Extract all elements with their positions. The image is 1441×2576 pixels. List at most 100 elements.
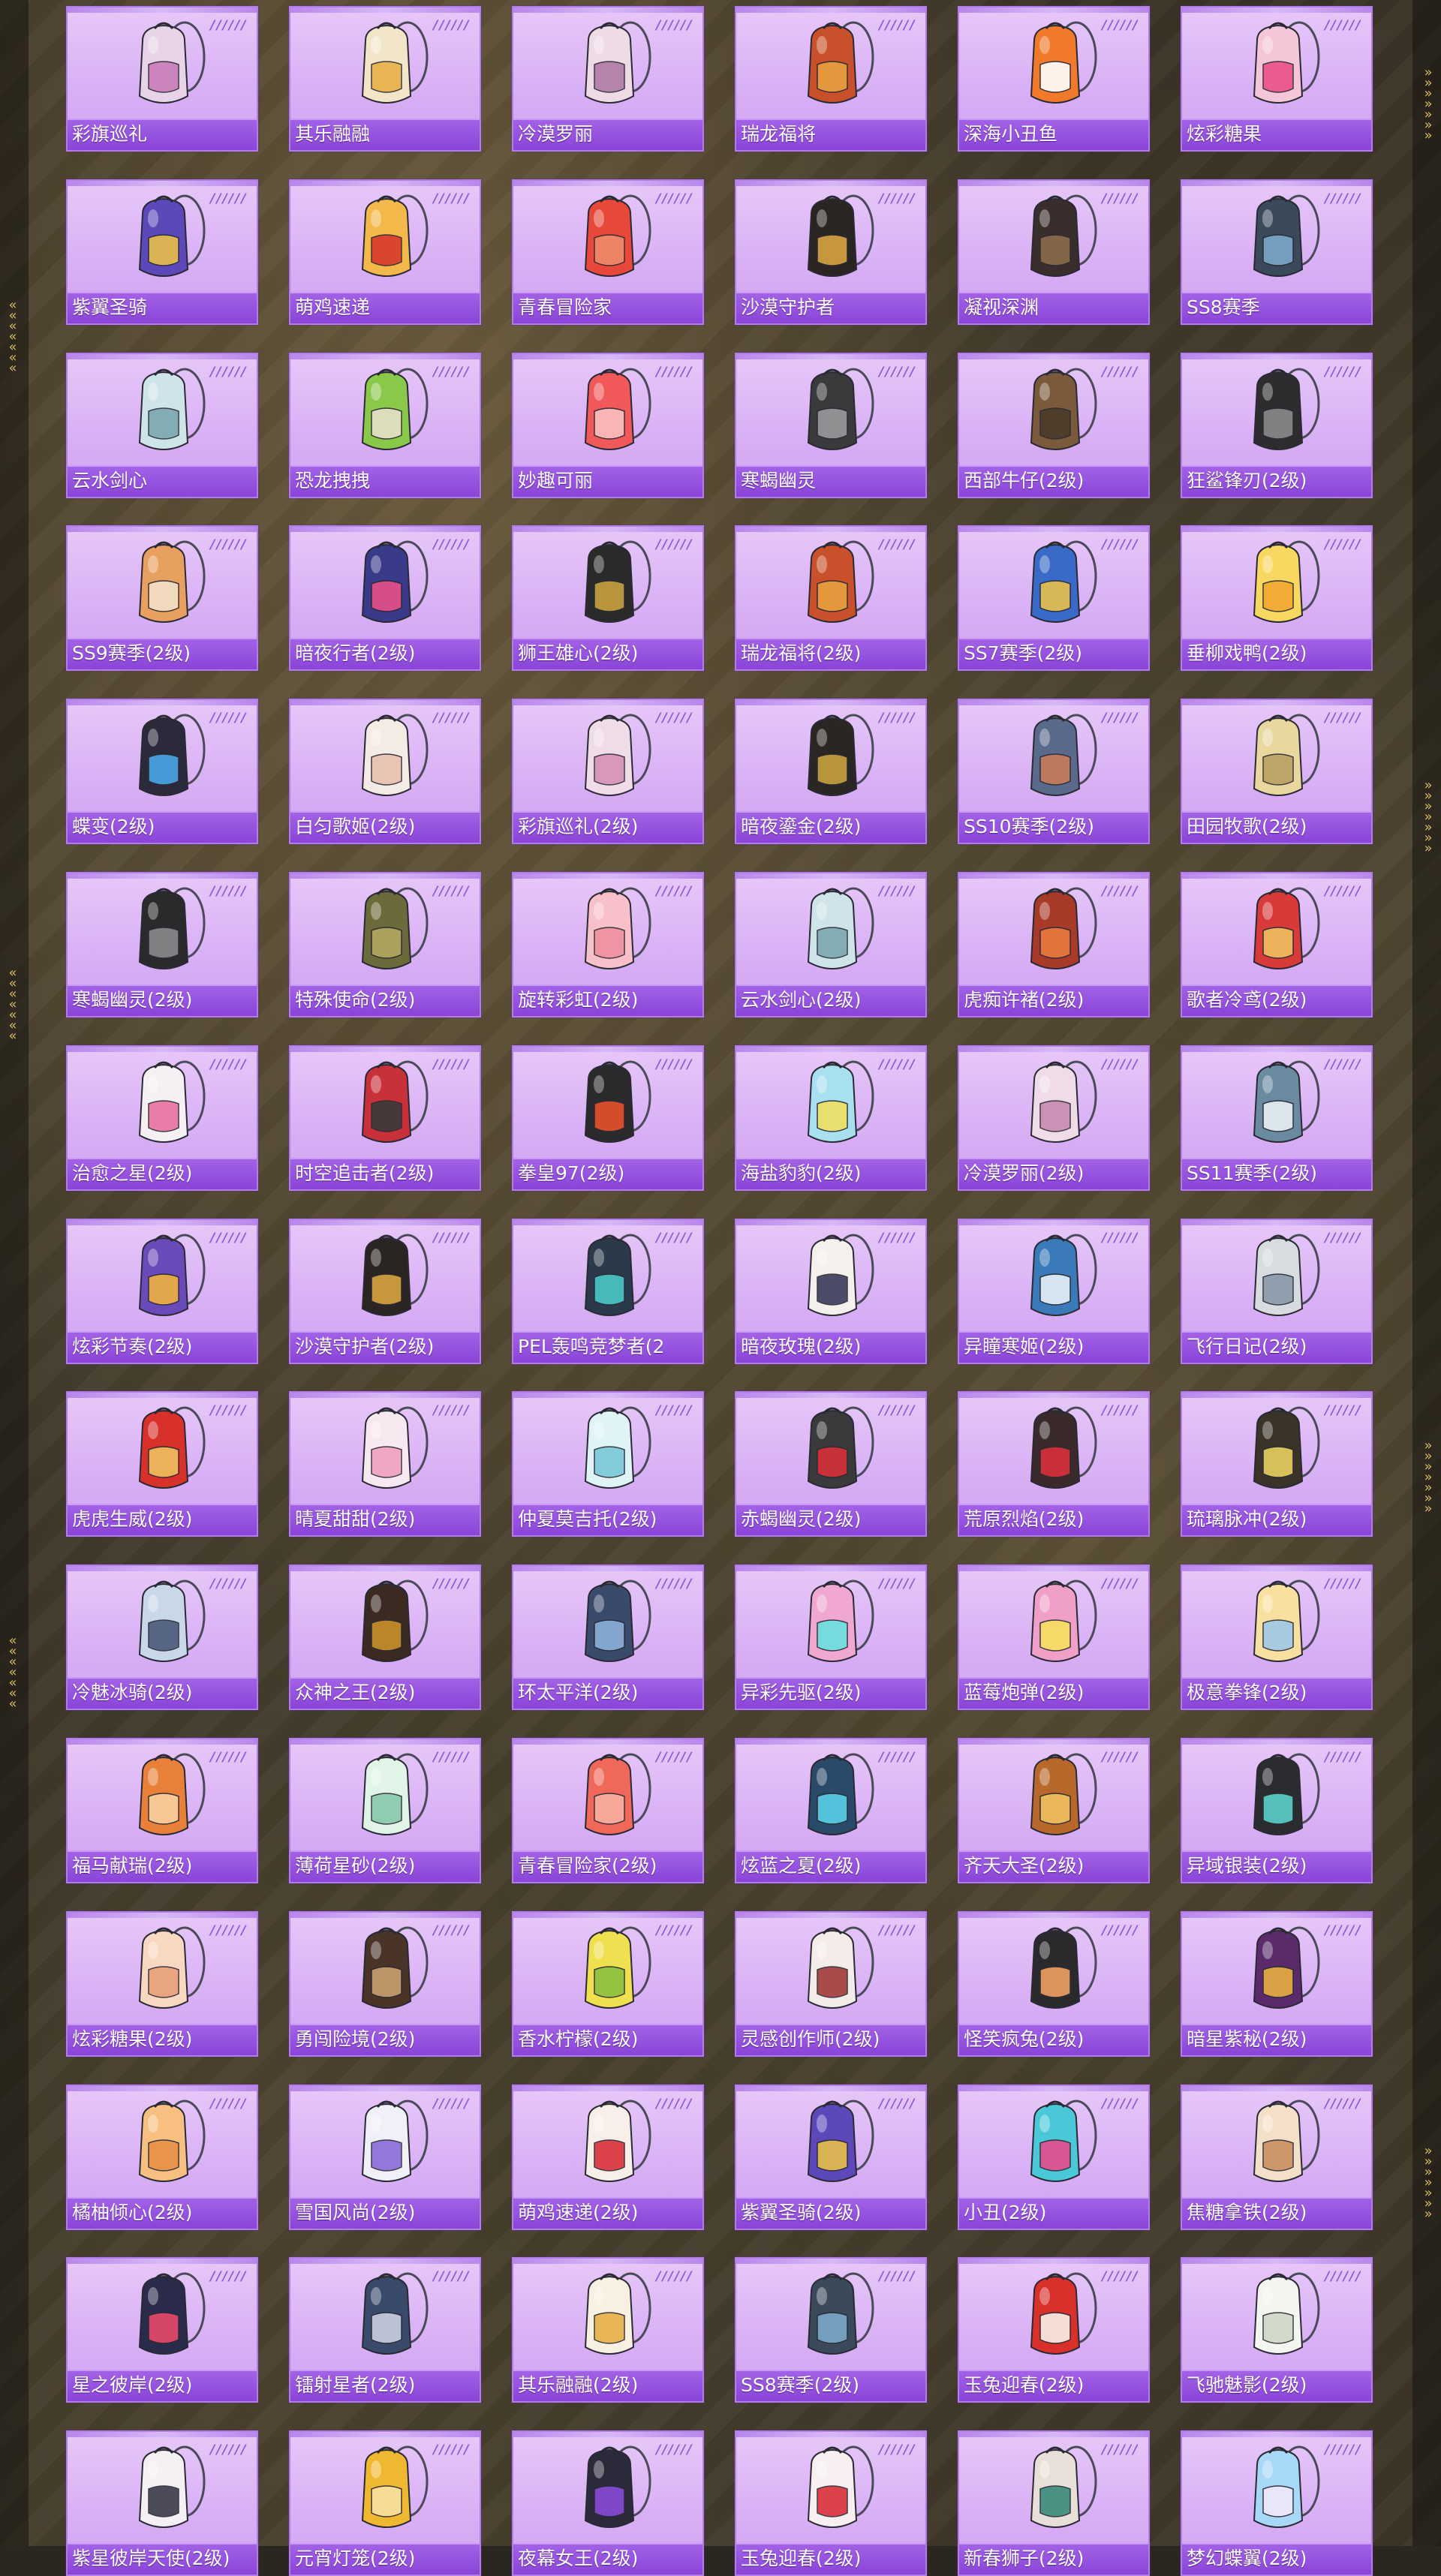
card-top-bar — [513, 873, 702, 879]
backpack-card[interactable]: //////暗夜鎏金(2级) — [735, 699, 927, 845]
backpack-card[interactable]: //////歌者冷鸢(2级) — [1181, 871, 1373, 1017]
backpack-card[interactable]: //////琉璃脉冲(2级) — [1181, 1391, 1373, 1537]
backpack-card[interactable]: //////蝶变(2级) — [66, 699, 258, 845]
backpack-card[interactable]: //////勇闯险境(2级) — [289, 1910, 481, 2057]
backpack-card[interactable]: //////橘柚倾心(2级) — [66, 2084, 258, 2230]
backpack-card[interactable]: //////镭射星者(2级) — [289, 2257, 481, 2403]
backpack-card[interactable]: //////SS9赛季(2级) — [66, 525, 258, 672]
backpack-card[interactable]: //////旋转彩虹(2级) — [512, 871, 704, 1017]
backpack-card[interactable]: //////青春冒险家(2级) — [512, 1737, 704, 1883]
backpack-card[interactable]: //////深海小丑鱼 — [958, 6, 1150, 152]
backpack-card[interactable]: //////治愈之星(2级) — [66, 1045, 258, 1191]
backpack-card[interactable]: //////SS8赛季(2级) — [735, 2257, 927, 2403]
backpack-card[interactable]: //////彩旗巡礼(2级) — [512, 699, 704, 845]
backpack-name: 异瞳寒姬(2级) — [964, 1336, 1085, 1357]
backpack-card[interactable]: //////薄荷星砂(2级) — [289, 1737, 481, 1883]
backpack-card[interactable]: //////暗星紫秘(2级) — [1181, 1910, 1373, 2057]
backpack-card[interactable]: //////炫彩糖果(2级) — [66, 1910, 258, 2057]
backpack-card[interactable]: //////田园牧歌(2级) — [1181, 699, 1373, 845]
backpack-card[interactable]: //////特殊使命(2级) — [289, 871, 481, 1017]
backpack-card[interactable]: //////飞驰魅影(2级) — [1181, 2257, 1373, 2403]
backpack-card[interactable]: //////暗夜行者(2级) — [289, 525, 481, 672]
backpack-icon — [1253, 1580, 1320, 1663]
backpack-card[interactable]: //////萌鸡速递(2级) — [512, 2084, 704, 2230]
backpack-card[interactable]: //////寒蝎幽灵 — [735, 352, 927, 498]
backpack-card[interactable]: //////冷漠罗丽(2级) — [958, 1045, 1150, 1191]
backpack-card[interactable]: //////环太平洋(2级) — [512, 1565, 704, 1711]
backpack-card[interactable]: //////夜幕女王(2级) — [512, 2430, 704, 2576]
backpack-card[interactable]: //////海盐豹豹(2级) — [735, 1045, 927, 1191]
backpack-card[interactable]: //////灵感创作师(2级) — [735, 1910, 927, 2057]
backpack-card[interactable]: //////时空追击者(2级) — [289, 1045, 481, 1191]
backpack-card[interactable]: //////恐龙拽拽 — [289, 352, 481, 498]
backpack-card[interactable]: //////虎虎生威(2级) — [66, 1391, 258, 1537]
backpack-card[interactable]: //////紫星彼岸天使(2级) — [66, 2430, 258, 2576]
backpack-card[interactable]: //////妙趣可丽 — [512, 352, 704, 498]
backpack-card[interactable]: //////拳皇97(2级) — [512, 1045, 704, 1191]
backpack-card[interactable]: //////元宵灯笼(2级) — [289, 2430, 481, 2576]
backpack-card[interactable]: //////炫彩节奏(2级) — [66, 1218, 258, 1364]
backpack-card[interactable]: //////蓝莓炮弹(2级) — [958, 1565, 1150, 1711]
backpack-card[interactable]: //////虎痴许褚(2级) — [958, 871, 1150, 1017]
backpack-card[interactable]: //////香水柠檬(2级) — [512, 1910, 704, 2057]
backpack-card[interactable]: //////青春冒险家 — [512, 179, 704, 325]
backpack-card[interactable]: //////福马献瑞(2级) — [66, 1737, 258, 1883]
backpack-card[interactable]: //////仲夏莫吉托(2级) — [512, 1391, 704, 1537]
backpack-card[interactable]: //////赤蝎幽灵(2级) — [735, 1391, 927, 1537]
backpack-card[interactable]: //////云水剑心(2级) — [735, 871, 927, 1017]
backpack-card[interactable]: //////其乐融融(2级) — [512, 2257, 704, 2403]
card-top-bar — [68, 1566, 257, 1572]
card-top-bar — [1182, 1566, 1371, 1572]
backpack-card[interactable]: //////紫翼圣骑 — [66, 179, 258, 325]
backpack-card[interactable]: //////SS10赛季(2级) — [958, 699, 1150, 845]
backpack-card[interactable]: //////冷漠罗丽 — [512, 6, 704, 152]
backpack-card[interactable]: //////飞行日记(2级) — [1181, 1218, 1373, 1364]
backpack-card[interactable]: //////白匀歌姬(2级) — [289, 699, 481, 845]
backpack-card[interactable]: //////荒原烈焰(2级) — [958, 1391, 1150, 1537]
backpack-card[interactable]: //////梦幻蝶翼(2级) — [1181, 2430, 1373, 2576]
backpack-card[interactable]: //////冷魅冰骑(2级) — [66, 1565, 258, 1711]
backpack-card[interactable]: //////沙漠守护者(2级) — [289, 1218, 481, 1364]
backpack-card[interactable]: //////狂鲨锋刃(2级) — [1181, 352, 1373, 498]
backpack-card[interactable]: //////彩旗巡礼 — [66, 6, 258, 152]
backpack-card[interactable]: //////齐天大圣(2级) — [958, 1737, 1150, 1883]
backpack-card[interactable]: //////异彩先驱(2级) — [735, 1565, 927, 1711]
backpack-card[interactable]: //////凝视深渊 — [958, 179, 1150, 325]
backpack-card[interactable]: //////紫翼圣骑(2级) — [735, 2084, 927, 2230]
backpack-card[interactable]: //////焦糖拿铁(2级) — [1181, 2084, 1373, 2230]
backpack-name: 垂柳戏鸭(2级) — [1187, 643, 1307, 665]
backpack-card[interactable]: //////暗夜玫瑰(2级) — [735, 1218, 927, 1364]
backpack-card[interactable]: //////极意拳锋(2级) — [1181, 1565, 1373, 1711]
backpack-card[interactable]: //////异域银装(2级) — [1181, 1737, 1373, 1883]
backpack-card[interactable]: //////众神之王(2级) — [289, 1565, 481, 1711]
backpack-name: 西部牛仔(2级) — [964, 470, 1085, 491]
backpack-icon — [1253, 2272, 1320, 2355]
backpack-card[interactable]: //////玉兔迎春(2级) — [735, 2430, 927, 2576]
backpack-card[interactable]: //////西部牛仔(2级) — [958, 352, 1150, 498]
backpack-card[interactable]: //////晴夏甜甜(2级) — [289, 1391, 481, 1537]
backpack-card[interactable]: //////寒蝎幽灵(2级) — [66, 871, 258, 1017]
backpack-card[interactable]: //////雪国风尚(2级) — [289, 2084, 481, 2230]
backpack-icon — [361, 2100, 429, 2182]
backpack-card[interactable]: //////炫彩糖果 — [1181, 6, 1373, 152]
backpack-card[interactable]: //////PEL轰鸣竞梦者(2 — [512, 1218, 704, 1364]
backpack-card[interactable]: //////萌鸡速递 — [289, 179, 481, 325]
backpack-card[interactable]: //////SS7赛季(2级) — [958, 525, 1150, 672]
backpack-card[interactable]: //////瑞龙福将(2级) — [735, 525, 927, 672]
backpack-card[interactable]: //////瑞龙福将 — [735, 6, 927, 152]
backpack-card[interactable]: //////星之彼岸(2级) — [66, 2257, 258, 2403]
backpack-card[interactable]: //////新春狮子(2级) — [958, 2430, 1150, 2576]
backpack-card[interactable]: //////炫蓝之夏(2级) — [735, 1737, 927, 1883]
backpack-card[interactable]: //////SS11赛季(2级) — [1181, 1045, 1373, 1191]
backpack-card[interactable]: //////玉兔迎春(2级) — [958, 2257, 1150, 2403]
backpack-card[interactable]: //////SS8赛季 — [1181, 179, 1373, 325]
backpack-card[interactable]: //////其乐融融 — [289, 6, 481, 152]
backpack-card[interactable]: //////小丑(2级) — [958, 2084, 1150, 2230]
backpack-name: 怪笑疯兔(2级) — [964, 2028, 1085, 2050]
backpack-card[interactable]: //////异瞳寒姬(2级) — [958, 1218, 1150, 1364]
backpack-card[interactable]: //////怪笑疯兔(2级) — [958, 1910, 1150, 2057]
backpack-card[interactable]: //////沙漠守护者 — [735, 179, 927, 325]
backpack-card[interactable]: //////云水剑心 — [66, 352, 258, 498]
backpack-card[interactable]: //////狮王雄心(2级) — [512, 525, 704, 672]
backpack-card[interactable]: //////垂柳戏鸭(2级) — [1181, 525, 1373, 672]
